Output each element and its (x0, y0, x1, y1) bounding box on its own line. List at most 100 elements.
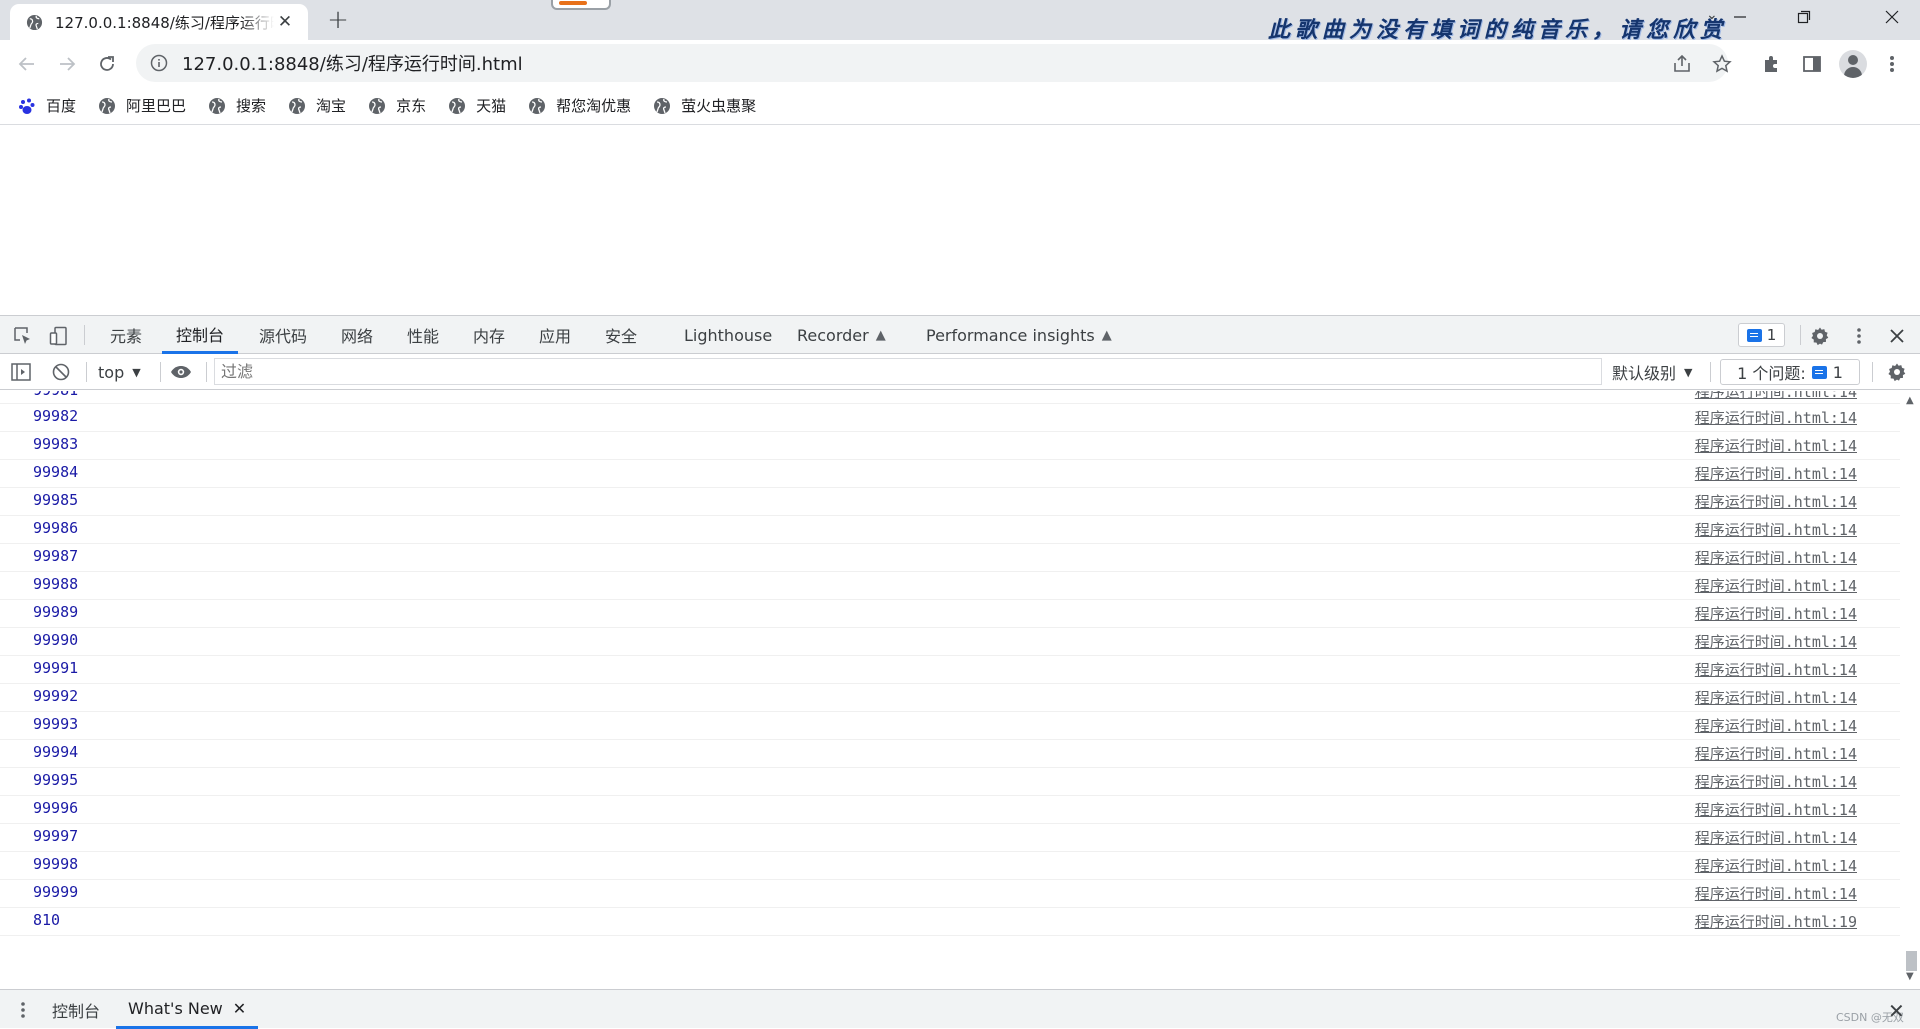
restore-button[interactable] (1776, 0, 1832, 34)
console-message-row: 99982 程序运行时间.html:14 (0, 404, 1900, 432)
minimize-button[interactable] (1712, 0, 1768, 34)
live-expression-eye-icon[interactable] (170, 361, 192, 383)
tab-console[interactable]: 控制台 (162, 316, 239, 354)
close-tab-icon[interactable]: ✕ (274, 11, 296, 33)
console-source-link[interactable]: 程序运行时间.html:19 (1695, 911, 1857, 932)
issues-counter-button[interactable]: 1 个问题: 1 (1720, 359, 1860, 385)
tab-security[interactable]: 安全 (605, 316, 637, 354)
console-source-link[interactable]: 程序运行时间.html:14 (1695, 855, 1857, 876)
bookmarks-bar: 百度 阿里巴巴 搜索 淘宝 京东 天猫 帮您淘优惠 萤火虫惠聚 (0, 87, 1920, 125)
extensions-puzzle-icon[interactable] (1760, 52, 1784, 76)
new-tab-button[interactable]: + (324, 5, 352, 35)
console-source-link[interactable]: 程序运行时间.html:14 (1695, 435, 1857, 456)
sidebar-toggle-icon[interactable] (10, 361, 32, 383)
bookmark-label: 京东 (396, 97, 427, 115)
globe-icon (289, 97, 306, 114)
reload-button[interactable] (91, 48, 123, 80)
address-bar[interactable]: 127.0.0.1:8848/练习/程序运行时间.html (136, 44, 1728, 82)
console-message-row: 99994 程序运行时间.html:14 (0, 740, 1900, 768)
console-message-row: 99989 程序运行时间.html:14 (0, 600, 1900, 628)
console-value: 99993 (33, 715, 79, 733)
tab-recorder[interactable]: Recorder ▲ (797, 316, 886, 354)
inspect-element-icon[interactable] (12, 325, 34, 347)
console-value: 810 (33, 911, 61, 929)
tab-title: 127.0.0.1:8848/练习/程序运行时间.html (55, 13, 274, 32)
console-message-row: 99999 程序运行时间.html:14 (0, 880, 1900, 908)
back-button[interactable] (11, 48, 43, 80)
tab-lighthouse[interactable]: Lighthouse (684, 316, 772, 354)
tab-performance[interactable]: 性能 (407, 316, 439, 354)
console-source-link[interactable]: 程序运行时间.html:14 (1695, 743, 1857, 764)
scroll-up-arrow-icon[interactable]: ▲ (1906, 395, 1914, 406)
forward-button[interactable] (51, 48, 83, 80)
tab-sources[interactable]: 源代码 (259, 316, 307, 354)
profile-avatar[interactable] (1839, 50, 1867, 78)
drawer-tab-console[interactable]: 控制台 (52, 990, 100, 1029)
browser-menu-kebab-icon[interactable] (1880, 52, 1904, 76)
device-toolbar-icon[interactable] (48, 325, 70, 347)
console-source-link[interactable]: 程序运行时间.html:14 (1695, 391, 1857, 402)
console-value: 99984 (33, 463, 79, 481)
tab-elements[interactable]: 元素 (110, 316, 142, 354)
bookmark-item[interactable]: 萤火虫惠聚 (653, 95, 756, 116)
scroll-down-arrow-icon[interactable]: ▼ (1906, 971, 1914, 982)
forward-arrow-icon (60, 57, 76, 71)
console-source-link[interactable]: 程序运行时间.html:14 (1695, 771, 1857, 792)
console-source-link[interactable]: 程序运行时间.html:14 (1695, 687, 1857, 708)
devtools-menu-kebab-icon[interactable] (1848, 325, 1870, 347)
console-source-link[interactable]: 程序运行时间.html:14 (1695, 883, 1857, 904)
tab-application[interactable]: 应用 (539, 316, 571, 354)
bookmark-item[interactable]: 天猫 (448, 95, 506, 116)
console-source-link[interactable]: 程序运行时间.html:14 (1695, 491, 1857, 512)
info-icon[interactable] (150, 54, 168, 72)
tab-memory[interactable]: 内存 (473, 316, 505, 354)
tab-performance-insights[interactable]: Performance insights ▲ (926, 316, 1112, 354)
settings-gear-icon[interactable] (1809, 325, 1831, 347)
console-source-link[interactable]: 程序运行时间.html:14 (1695, 715, 1857, 736)
console-message-row: 99981 程序运行时间.html:14 (0, 391, 1900, 404)
close-drawer-tab-icon[interactable]: ✕ (233, 999, 246, 1018)
browser-tab[interactable]: 127.0.0.1:8848/练习/程序运行时间.html ✕ (10, 4, 308, 40)
bookmark-item[interactable]: 百度 (18, 95, 76, 116)
console-settings-gear-icon[interactable] (1886, 361, 1908, 383)
bookmark-item[interactable]: 京东 (368, 95, 426, 116)
console-scrollbar[interactable]: ▲ ▼ (1902, 391, 1920, 991)
console-source-link[interactable]: 程序运行时间.html:14 (1695, 575, 1857, 596)
console-value: 99989 (33, 603, 79, 621)
console-source-link[interactable]: 程序运行时间.html:14 (1695, 659, 1857, 680)
console-source-link[interactable]: 程序运行时间.html:14 (1695, 407, 1857, 428)
close-devtools-icon[interactable] (1886, 325, 1908, 347)
console-value: 99990 (33, 631, 79, 649)
console-source-link[interactable]: 程序运行时间.html:14 (1695, 603, 1857, 624)
console-filter-input[interactable] (214, 358, 1602, 385)
console-message-row: 810 程序运行时间.html:19 (0, 908, 1900, 936)
scrollbar-thumb[interactable] (1906, 951, 1917, 971)
console-source-link[interactable]: 程序运行时间.html:14 (1695, 463, 1857, 484)
console-source-link[interactable]: 程序运行时间.html:14 (1695, 547, 1857, 568)
clear-console-icon[interactable] (50, 361, 72, 383)
log-level-selector[interactable]: 默认级别 ▼ (1612, 360, 1692, 384)
close-drawer-icon[interactable]: ✕ (1888, 999, 1905, 1023)
console-source-link[interactable]: 程序运行时间.html:14 (1695, 827, 1857, 848)
console-source-link[interactable]: 程序运行时间.html:14 (1695, 519, 1857, 540)
bookmark-star-icon[interactable] (1710, 52, 1734, 76)
drawer-tab-whats-new[interactable]: What's New ✕ (116, 990, 259, 1029)
issues-badge[interactable]: 1 (1738, 323, 1785, 347)
bookmark-item[interactable]: 阿里巴巴 (98, 95, 186, 116)
bookmark-label: 帮您淘优惠 (556, 97, 632, 115)
bookmark-item[interactable]: 搜索 (208, 95, 266, 116)
console-source-link[interactable]: 程序运行时间.html:14 (1695, 799, 1857, 820)
divider (86, 362, 87, 382)
close-window-button[interactable] (1864, 0, 1920, 34)
tab-network[interactable]: 网络 (341, 316, 373, 354)
bookmark-item[interactable]: 帮您淘优惠 (528, 95, 631, 116)
side-panel-icon[interactable] (1800, 52, 1824, 76)
context-value: top (98, 362, 125, 382)
drawer-tab-label: What's New (128, 998, 223, 1018)
bookmark-item[interactable]: 淘宝 (288, 95, 346, 116)
context-selector[interactable]: top ▼ (98, 360, 141, 384)
drawer-menu-kebab-icon[interactable] (14, 999, 32, 1021)
console-source-link[interactable]: 程序运行时间.html:14 (1695, 631, 1857, 652)
divider (1710, 362, 1711, 382)
share-icon[interactable] (1670, 52, 1694, 76)
